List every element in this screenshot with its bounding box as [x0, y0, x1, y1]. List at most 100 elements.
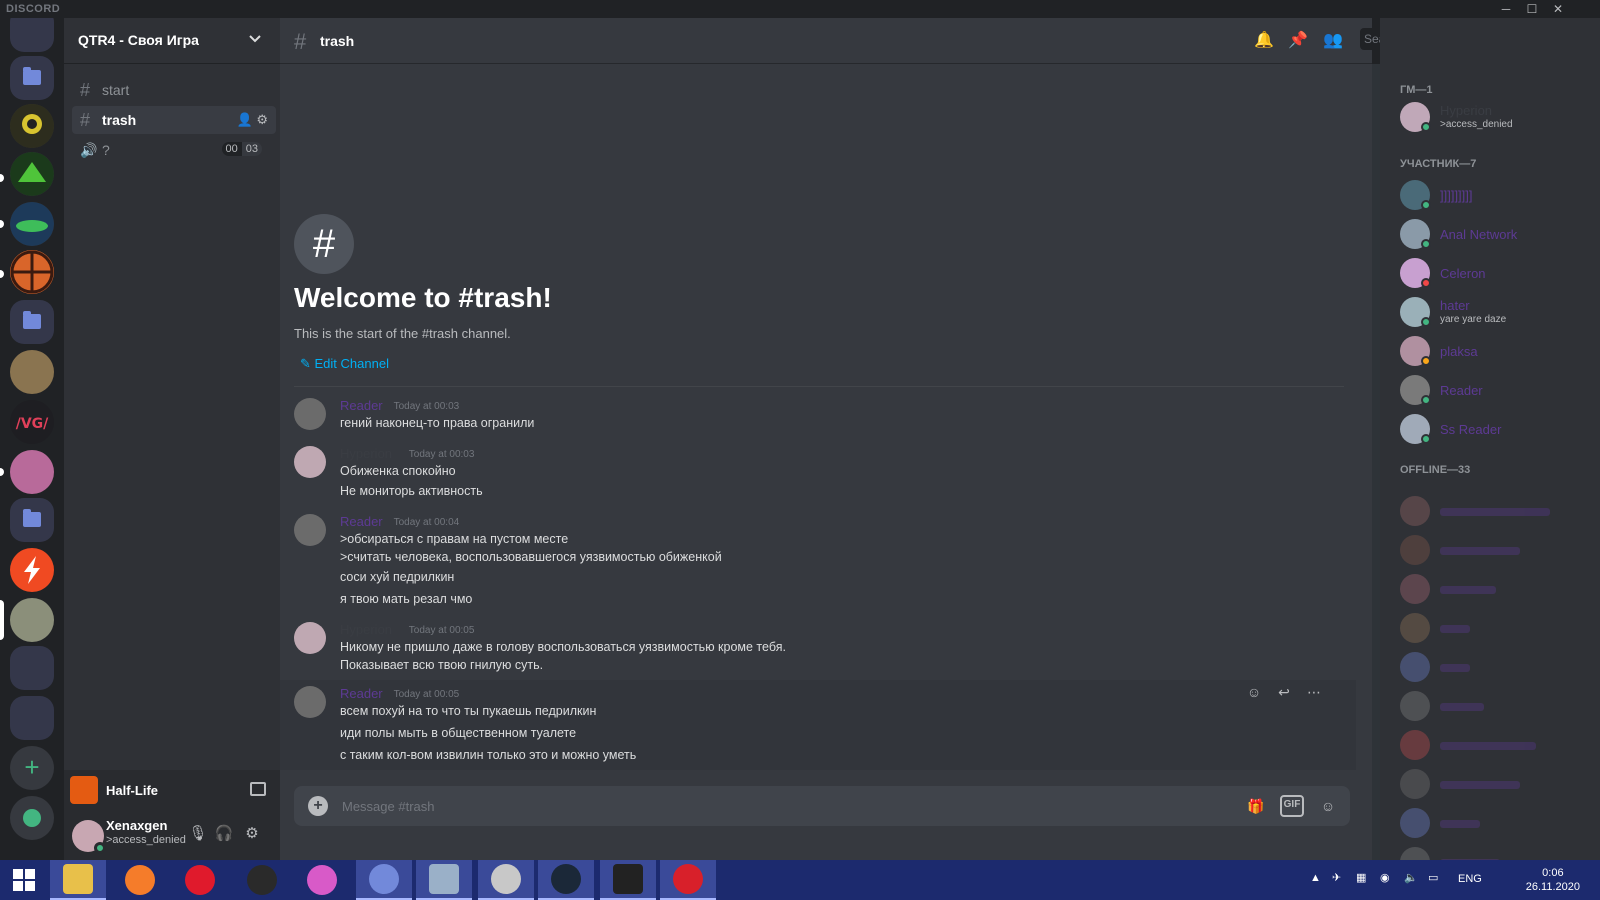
system-tray: ▲ ✈ ▦ ◉ 🔈 ▭ ENG 0:06 26.11.2020 — [1300, 860, 1600, 900]
explore-servers-button[interactable] — [10, 796, 54, 840]
server-icon[interactable] — [10, 450, 54, 494]
firefox-app[interactable] — [112, 860, 168, 900]
scrollbar[interactable] — [1372, 64, 1380, 860]
message[interactable]: Reader Today at 00:04 >обсираться с правам… — [280, 508, 1356, 620]
message-author[interactable]: Reader — [340, 398, 383, 413]
cs-app[interactable] — [600, 860, 656, 900]
message-author[interactable]: Reader — [340, 514, 383, 529]
server-folder[interactable] — [10, 56, 54, 100]
gift-icon[interactable]: 🎁 — [1244, 795, 1268, 817]
member-item-offline[interactable] — [1396, 609, 1592, 649]
server-icon[interactable] — [10, 18, 54, 52]
member-item[interactable]: ]]]]]]]]] — [1396, 176, 1592, 216]
avatar[interactable] — [294, 514, 326, 546]
reply-icon[interactable]: ↩ — [1272, 680, 1296, 704]
app-icon[interactable] — [294, 860, 350, 900]
gear-icon[interactable]: ⚙ — [256, 112, 268, 127]
tray-icon[interactable]: ▦ — [1356, 871, 1366, 884]
server-icon[interactable] — [10, 250, 54, 294]
microphone-icon[interactable]: 🎙 — [188, 824, 208, 844]
message-input[interactable] — [342, 796, 1222, 816]
member-item-offline[interactable] — [1396, 531, 1592, 571]
message[interactable]: Hyperion Today at 00:05 Никому не пришло д… — [280, 616, 1356, 684]
server-name: QTR4 - Своя Игра — [78, 32, 199, 48]
server-folder[interactable] — [10, 300, 54, 344]
steam-app[interactable] — [538, 860, 594, 900]
volume-icon[interactable]: 🔈 — [1404, 871, 1418, 884]
avatar[interactable] — [294, 622, 326, 654]
member-item[interactable]: Ss Reader — [1396, 410, 1592, 450]
server-icon[interactable]: /VG/ — [10, 400, 54, 444]
start-button[interactable] — [0, 860, 48, 900]
server-folder[interactable] — [10, 498, 54, 542]
server-header[interactable]: QTR4 - Своя Игра — [64, 18, 280, 64]
app-icon[interactable] — [234, 860, 290, 900]
member-item[interactable]: Anal Network — [1396, 215, 1592, 255]
avatar[interactable] — [294, 686, 326, 718]
server-icon[interactable] — [10, 104, 54, 148]
add-reaction-icon[interactable]: ☺ — [1242, 680, 1266, 704]
chevron-up-icon[interactable]: ▲ — [1310, 872, 1321, 884]
member-item[interactable]: hater yare yare daze — [1396, 293, 1592, 333]
member-item-offline[interactable] — [1396, 492, 1592, 532]
media-app[interactable] — [660, 860, 716, 900]
monitor-icon[interactable]: ▭ — [1428, 871, 1438, 884]
server-icon[interactable] — [10, 350, 54, 394]
member-item-offline[interactable] — [1396, 687, 1592, 727]
pin-icon[interactable]: 📌 — [1287, 30, 1309, 52]
member-item-offline[interactable] — [1396, 570, 1592, 610]
headphones-icon[interactable]: 🎧 — [214, 824, 234, 844]
clock[interactable]: 0:06 26.11.2020 — [1526, 866, 1580, 894]
member-item-offline[interactable] — [1396, 765, 1592, 805]
member-item[interactable]: Reader — [1396, 371, 1592, 411]
network-icon[interactable]: ◉ — [1380, 871, 1390, 884]
member-item-offline[interactable] — [1396, 726, 1592, 766]
member-item[interactable]: Hyperion >access_denied — [1396, 98, 1592, 138]
member-name-redacted — [1440, 625, 1470, 633]
member-item[interactable]: Celeron — [1396, 254, 1592, 294]
bell-icon[interactable]: 🔔 — [1253, 30, 1275, 52]
minimize-icon[interactable]: ─ — [1496, 1, 1516, 17]
server-icon[interactable] — [10, 548, 54, 592]
members-icon[interactable]: 👥 — [1322, 30, 1344, 52]
avatar[interactable] — [294, 398, 326, 430]
channel-trash[interactable]: # trash 👤 ⚙ — [72, 106, 276, 134]
add-server-button[interactable]: + — [10, 746, 54, 790]
screen-share-icon[interactable] — [250, 782, 266, 796]
upload-button[interactable]: + — [308, 796, 328, 816]
tray-icon[interactable]: ✈ — [1332, 871, 1341, 884]
message[interactable]: Reader Today at 00:03 гений наконец-то пра… — [280, 392, 1356, 438]
message-author[interactable]: Hyperion — [340, 622, 392, 637]
app-icon[interactable] — [416, 860, 472, 900]
edit-channel-link[interactable]: ✎ Edit Channel — [300, 356, 389, 372]
member-item-offline[interactable] — [1396, 843, 1592, 860]
message-author[interactable]: Hyperion — [340, 446, 392, 461]
member-item-offline[interactable] — [1396, 804, 1592, 844]
member-item-offline[interactable] — [1396, 648, 1592, 688]
language-indicator[interactable]: ENG — [1458, 873, 1482, 885]
server-icon[interactable] — [10, 202, 54, 246]
close-icon[interactable]: ✕ — [1548, 1, 1568, 17]
explorer-app[interactable] — [50, 860, 106, 900]
channel-start[interactable]: # start — [72, 76, 276, 104]
discord-app[interactable] — [356, 860, 412, 900]
channel-voice[interactable]: 🔊 ? 00 03 — [72, 136, 276, 164]
message[interactable]: Hyperion Today at 00:03 Обиженка спокойно Н… — [280, 440, 1356, 508]
app-icon[interactable] — [478, 860, 534, 900]
gear-icon[interactable]: ⚙ — [242, 824, 262, 844]
message[interactable]: Reader Today at 00:05 всем похуй на то что… — [280, 680, 1356, 770]
avatar[interactable] — [294, 446, 326, 478]
emoji-icon[interactable]: ☺ — [1316, 795, 1340, 817]
maximize-icon[interactable]: ☐ — [1522, 1, 1542, 17]
server-folder[interactable] — [10, 696, 54, 740]
member-item[interactable]: plaksa — [1396, 332, 1592, 372]
server-icon[interactable] — [10, 598, 54, 642]
gif-button[interactable]: GIF — [1280, 795, 1304, 817]
invite-icon[interactable]: 👤 — [237, 112, 253, 127]
opera-app[interactable] — [172, 860, 228, 900]
more-icon[interactable]: ⋯ — [1302, 680, 1326, 704]
server-folder[interactable] — [10, 646, 54, 690]
server-icon[interactable] — [10, 152, 54, 196]
window-icon — [429, 864, 459, 894]
message-author[interactable]: Reader — [340, 686, 383, 701]
